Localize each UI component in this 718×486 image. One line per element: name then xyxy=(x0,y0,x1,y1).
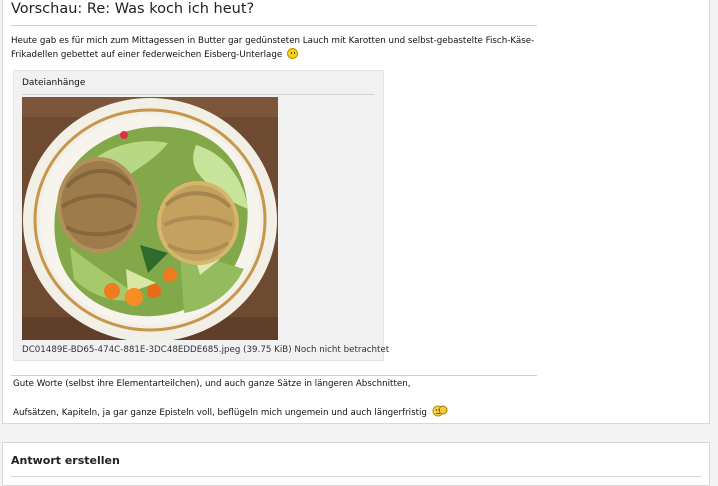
preview-panel: Vorschau: Re: Was koch ich heut? Heute g… xyxy=(2,0,710,424)
signature-line-2-text: Aufsätzen, Kapiteln, ja gar ganze Episte… xyxy=(13,408,427,418)
signature-line-1-text: Gute Worte (selbst ihre Elementarteilche… xyxy=(13,379,411,389)
page-edge xyxy=(711,0,718,479)
smile-emoticon-icon xyxy=(287,48,298,59)
attachment-size: (39.75 KiB) xyxy=(243,345,292,355)
attachment-filename[interactable]: DC01489E-BD65-474C-881E-3DC48EDDE685.jpe… xyxy=(22,345,240,355)
attachment-status: Noch nicht betrachtet xyxy=(294,345,390,355)
signature-divider xyxy=(11,375,537,376)
attachments-box: Dateianhänge DC01489E-BD65-474C-881E-3DC… xyxy=(13,70,389,361)
attachment-image[interactable] xyxy=(22,97,278,340)
attachments-heading: Dateianhänge xyxy=(22,78,86,88)
reply-divider xyxy=(11,476,701,477)
signature-line-1: Gute Worte (selbst ihre Elementarteilche… xyxy=(13,379,410,389)
post-body: Heute gab es für mich zum Mittagessen in… xyxy=(11,35,551,62)
attachments-divider xyxy=(22,94,374,95)
attachment-caption: DC01489E-BD65-474C-881E-3DC48EDDE685.jpe… xyxy=(22,345,389,355)
reply-title: Antwort erstellen xyxy=(11,454,120,467)
food-photo xyxy=(22,97,278,340)
reply-panel: Antwort erstellen xyxy=(2,442,710,486)
post-body-text: Heute gab es für mich zum Mittagessen in… xyxy=(11,36,535,60)
preview-title: Vorschau: Re: Was koch ich heut? xyxy=(11,1,255,17)
signature-line-2: Aufsätzen, Kapiteln, ja gar ganze Episte… xyxy=(13,404,448,418)
hug-emoticon-icon xyxy=(432,405,448,417)
title-divider xyxy=(11,25,537,26)
